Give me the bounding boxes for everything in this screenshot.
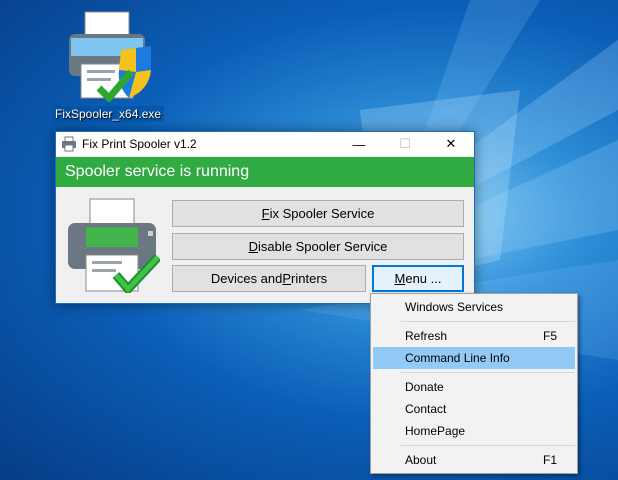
desktop-icon-fixspooler[interactable]: FixSpooler_x64.exe [52,6,165,123]
window-title: Fix Print Spooler v1.2 [82,137,197,151]
title-bar[interactable]: Fix Print Spooler v1.2 — ☐ ✕ [56,132,474,156]
menu-button[interactable]: Menu ... [372,265,464,292]
menu-separator [401,445,575,446]
context-menu: Windows Services Refresh F5 Command Line… [370,293,578,474]
printer-ok-icon [68,198,160,293]
fix-print-spooler-window: Fix Print Spooler v1.2 — ☐ ✕ Spooler ser… [55,131,475,304]
fixspooler-printer-icon [69,11,151,102]
desktop-icon-label: FixSpooler_x64.exe [52,106,165,122]
menu-separator [401,321,575,322]
fix-spooler-service-button[interactable]: Fix Spooler Service [172,200,464,227]
menu-item-windows-services[interactable]: Windows Services [373,296,575,318]
menu-item-command-line-info[interactable]: Command Line Info [373,347,575,369]
menu-separator [401,372,575,373]
menu-item-contact[interactable]: Contact [373,398,575,420]
menu-item-homepage[interactable]: HomePage [373,420,575,442]
close-button[interactable]: ✕ [428,132,474,156]
disable-spooler-service-button[interactable]: Disable Spooler Service [172,233,464,260]
printer-icon [62,136,76,152]
minimize-button[interactable]: — [336,132,382,156]
status-banner: Spooler service is running [56,157,474,187]
menu-item-refresh[interactable]: Refresh F5 [373,325,575,347]
menu-item-about[interactable]: About F1 [373,449,575,471]
devices-and-printers-button[interactable]: Devices and Printers [172,265,366,292]
maximize-button[interactable]: ☐ [382,132,428,156]
menu-item-donate[interactable]: Donate [373,376,575,398]
status-text: Spooler service is running [65,163,250,180]
